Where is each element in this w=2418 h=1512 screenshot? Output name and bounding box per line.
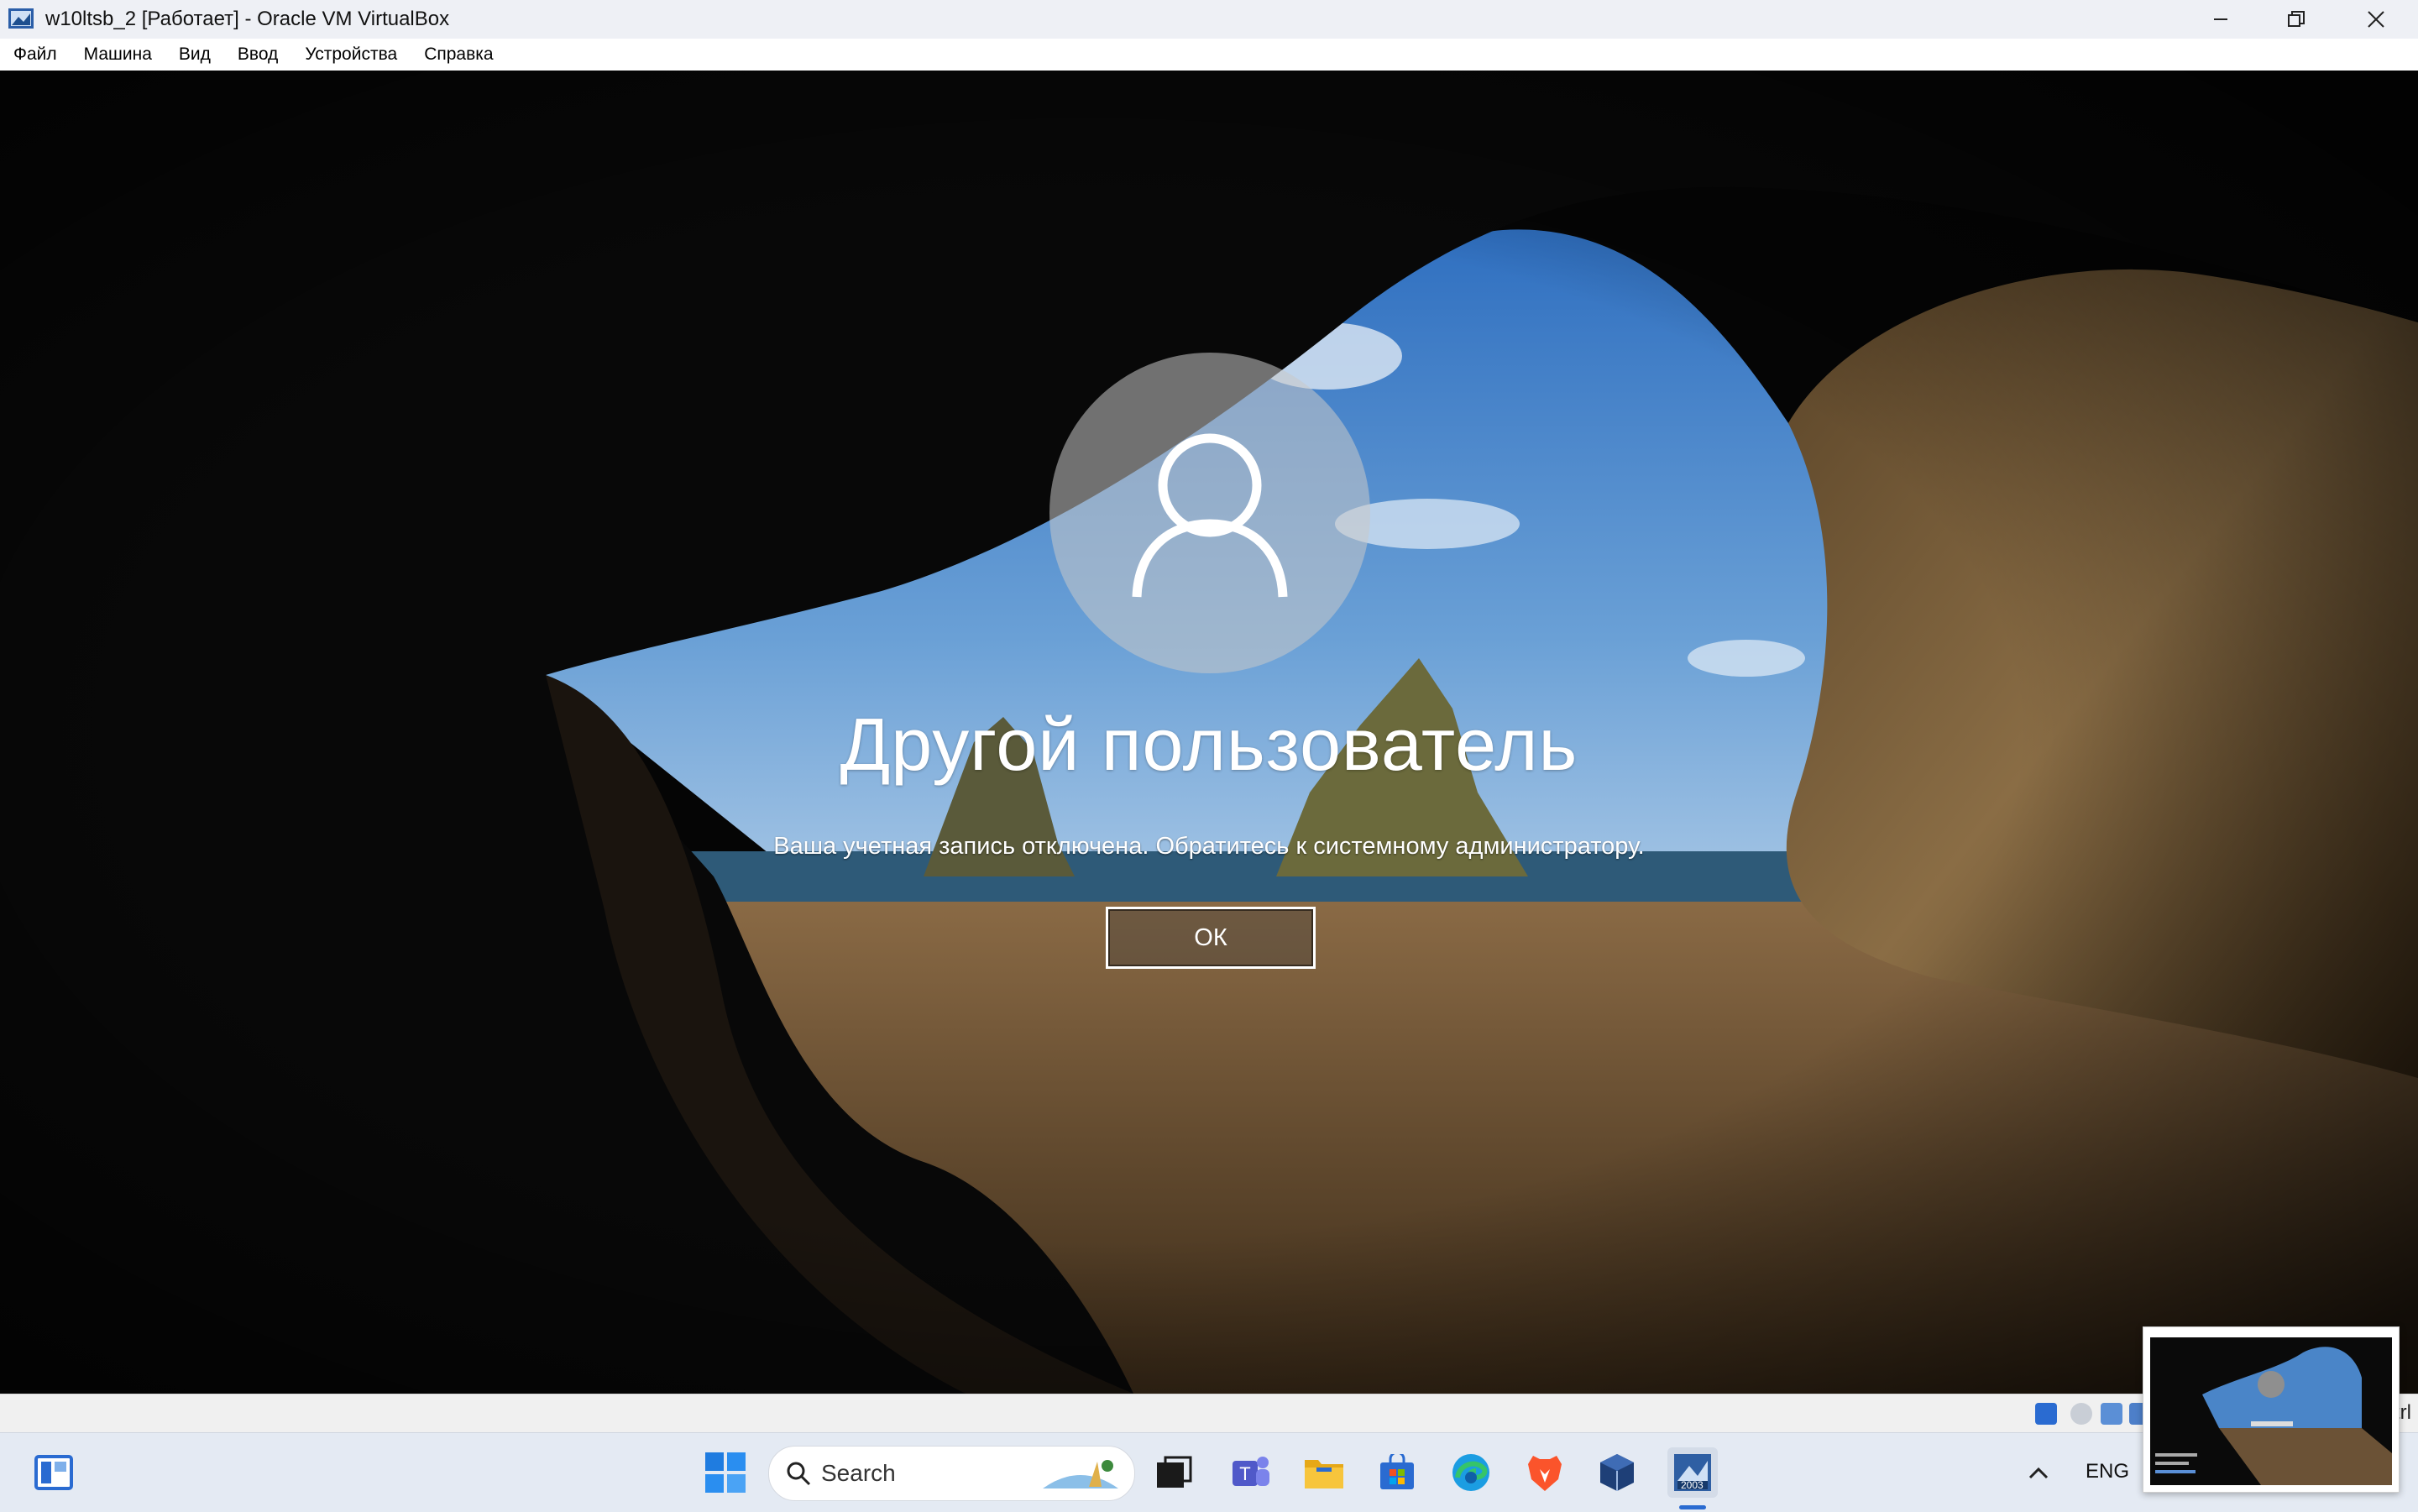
vm-window-button[interactable]: 2003 [1667, 1447, 1718, 1498]
teams-icon: T [1233, 1457, 1269, 1486]
widgets-button[interactable] [29, 1447, 79, 1498]
menu-devices[interactable]: Устройства [291, 44, 411, 65]
language-indicator[interactable]: ENG [2086, 1460, 2129, 1483]
show-hidden-icons-button[interactable] [2019, 1447, 2058, 1498]
search-icon [787, 1462, 811, 1486]
close-button[interactable] [2338, 0, 2414, 39]
store-icon [1380, 1454, 1414, 1489]
edge-button[interactable] [1446, 1447, 1496, 1498]
menu-machine[interactable]: Машина [71, 44, 165, 65]
user-icon [1132, 433, 1288, 598]
hard-disk-icon[interactable] [2035, 1403, 2057, 1425]
brave-button[interactable] [1520, 1447, 1570, 1498]
store-button[interactable] [1372, 1447, 1422, 1498]
audio-icon[interactable] [2101, 1403, 2122, 1425]
vm-display[interactable]: Другой пользователь Ваша учетная запись … [0, 71, 2418, 1394]
teams-button[interactable]: T [1226, 1447, 1276, 1498]
menu-help[interactable]: Справка [411, 44, 506, 65]
window-thumbnail-preview[interactable] [2143, 1326, 2400, 1493]
virtualbox-button[interactable] [1592, 1447, 1642, 1498]
menu-view[interactable]: Вид [165, 44, 224, 65]
minimize-button[interactable] [2183, 0, 2258, 39]
account-disabled-message: Ваша учетная запись отключена. Обратитес… [773, 833, 1645, 860]
restore-button[interactable] [2258, 0, 2334, 39]
start-button[interactable] [700, 1447, 751, 1498]
task-view-icon [1157, 1456, 1192, 1488]
brave-icon [1528, 1456, 1562, 1491]
vm-badge: 2003 [1681, 1479, 1704, 1491]
thumbnail-image [2150, 1337, 2392, 1485]
virtualbox-app-icon [8, 8, 34, 29]
menu-input[interactable]: Ввод [224, 44, 291, 65]
close-icon [2368, 11, 2384, 28]
search-highlight-icon [1043, 1460, 1118, 1488]
svg-text:T: T [1239, 1463, 1250, 1484]
user-avatar [1049, 353, 1370, 673]
ok-button[interactable]: ОК [1106, 907, 1316, 969]
search-label: Search [821, 1460, 896, 1486]
window-title: w10ltsb_2 [Работает] - Oracle VM Virtual… [45, 8, 450, 30]
menu-bar: Файл Машина Вид Ввод Устройства Справка [0, 39, 2418, 71]
taskbar: Search T 2003 ENG [0, 1432, 2418, 1512]
minimize-icon [2214, 18, 2227, 20]
restore-icon [2288, 11, 2305, 27]
optical-drive-icon[interactable] [2070, 1403, 2092, 1425]
taskbar-search[interactable]: Search [768, 1446, 1135, 1501]
file-explorer-button[interactable] [1299, 1447, 1349, 1498]
active-app-indicator [1679, 1505, 1706, 1509]
file-explorer-icon [1305, 1460, 1343, 1488]
menu-file[interactable]: Файл [0, 44, 71, 65]
virtualbox-icon [1600, 1454, 1634, 1491]
task-view-button[interactable] [1149, 1447, 1199, 1498]
edge-icon [1452, 1454, 1489, 1491]
account-name: Другой пользователь [840, 703, 1578, 786]
window-titlebar: w10ltsb_2 [Работает] - Oracle VM Virtual… [0, 0, 2418, 39]
widgets-icon [34, 1455, 73, 1490]
windows-start-icon [705, 1452, 746, 1493]
chevron-up-icon [2028, 1467, 2049, 1479]
vbox-status-bar: trl [0, 1394, 2418, 1433]
